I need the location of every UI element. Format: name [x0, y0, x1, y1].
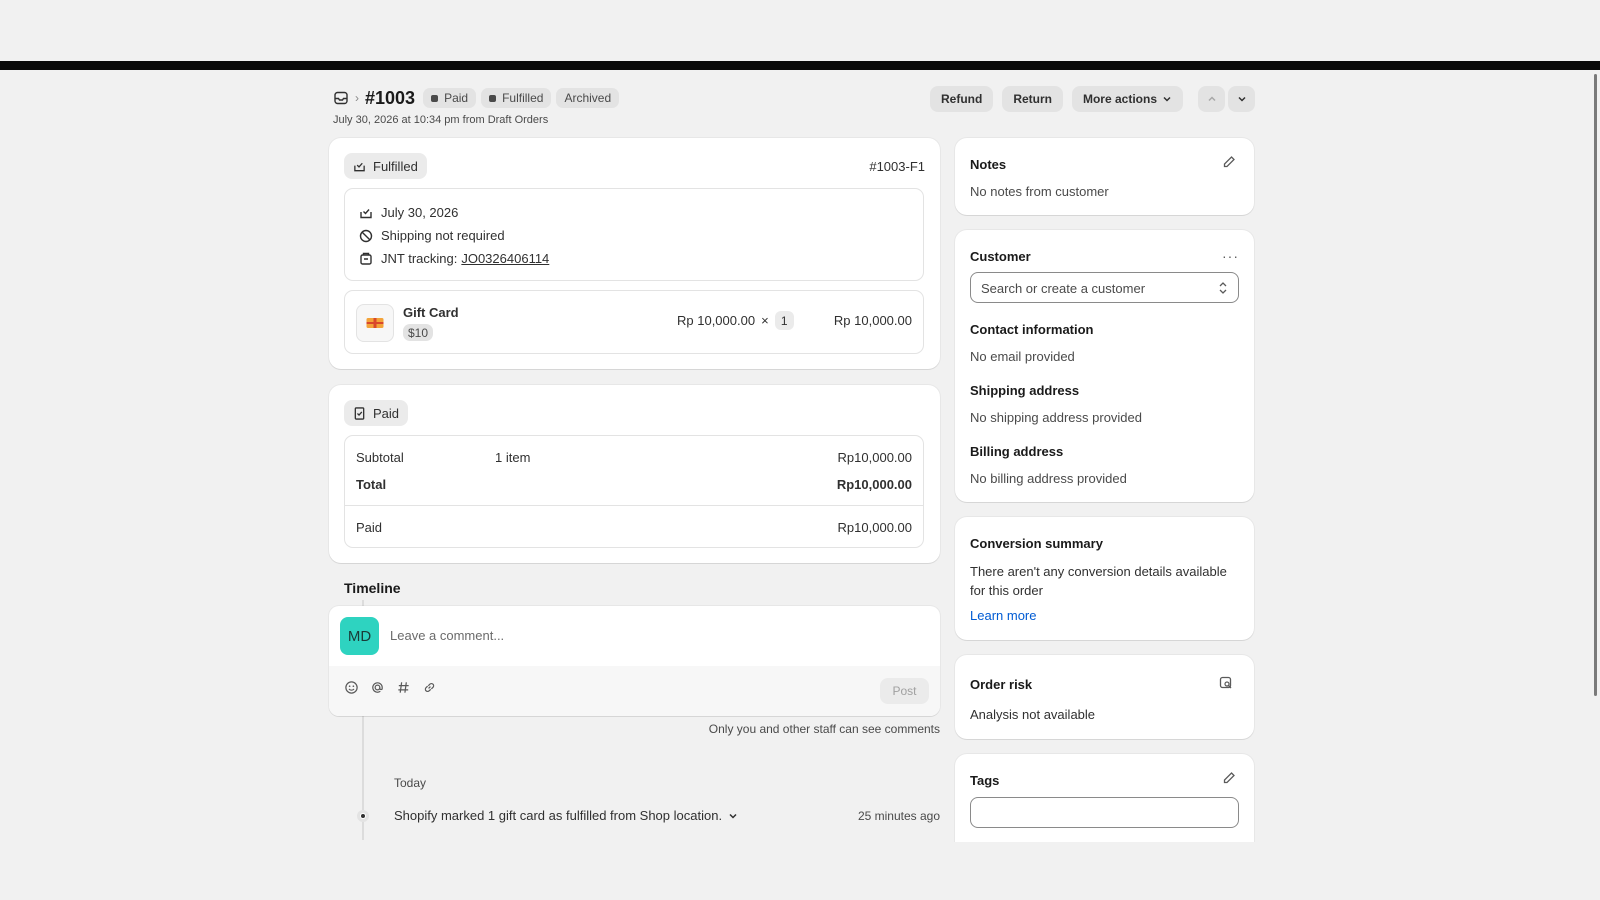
- previous-order-button[interactable]: [1198, 86, 1225, 112]
- conversion-summary-card: Conversion summary There aren't any conv…: [955, 517, 1254, 640]
- order-risk-title: Order risk: [970, 677, 1033, 692]
- status-badge-archived: Archived: [556, 88, 620, 108]
- fulfillment-details: July 30, 2026 Shipping not required JNT …: [344, 188, 924, 281]
- customer-card: Customer ··· Search or create a customer…: [955, 230, 1254, 502]
- more-actions-button[interactable]: More actions: [1071, 86, 1183, 112]
- status-badge-fulfilled: Fulfilled: [481, 88, 552, 108]
- paid-status-pill: Paid: [344, 400, 409, 426]
- attachment-link-icon[interactable]: [422, 680, 437, 698]
- next-order-button[interactable]: [1228, 86, 1255, 112]
- tags-title: Tags: [970, 773, 1000, 788]
- mention-icon[interactable]: [370, 680, 385, 698]
- item-name[interactable]: Gift Card: [403, 305, 459, 320]
- learn-more-link[interactable]: Learn more: [970, 608, 1036, 623]
- page-header: › #1003 Paid Fulfilled Archived July 30,…: [333, 86, 1255, 130]
- gift-card-icon: [366, 318, 384, 328]
- subtotal-row: Subtotal 1 item Rp10,000.00: [356, 449, 912, 465]
- item-quantity-badge: 1: [774, 311, 794, 330]
- conversion-summary-text: There aren't any conversion details avai…: [970, 564, 1227, 598]
- fulfilled-box-icon: [354, 162, 365, 171]
- refund-button[interactable]: Refund: [929, 86, 994, 112]
- timeline-title: Timeline: [344, 580, 401, 596]
- timeline-day-label: Today: [394, 776, 427, 790]
- divider: [345, 505, 923, 506]
- tracking-package-icon: [360, 252, 372, 265]
- prohibited-icon: [359, 229, 373, 242]
- select-arrows-icon: [1219, 282, 1227, 294]
- comment-box: MD Leave a comment... Post: [329, 606, 940, 716]
- vertical-scrollbar[interactable]: [1594, 74, 1597, 696]
- badge-dot-icon: [431, 94, 439, 102]
- tracking-number-link[interactable]: JO0326406114: [461, 251, 549, 266]
- top-bar: [0, 61, 1600, 70]
- contact-information-title: Contact information: [970, 322, 1094, 337]
- comment-input[interactable]: Leave a comment...: [390, 628, 850, 643]
- gift-card-thumbnail: [356, 304, 394, 342]
- billing-address-text: No billing address provided: [970, 471, 1127, 486]
- tags-input[interactable]: [970, 797, 1239, 828]
- bottom-area: [0, 842, 1600, 900]
- payment-card: Paid Subtotal 1 item Rp10,000.00 Total R…: [329, 385, 940, 563]
- breadcrumb-chevron-icon: ›: [355, 91, 359, 105]
- item-unit-price-row: Rp 10,000.00 × 1: [677, 311, 794, 330]
- fulfillment-card: Fulfilled #1003-F1 July 30, 2026 Shippin…: [329, 138, 940, 369]
- line-item: Gift Card $10 Rp 10,000.00 × 1 Rp 10,000…: [344, 290, 924, 354]
- emoji-icon[interactable]: [344, 680, 359, 698]
- billing-address-title: Billing address: [970, 444, 1064, 459]
- chevron-up-icon: [1207, 96, 1216, 102]
- fulfillment-id: #1003-F1: [869, 159, 925, 174]
- post-button[interactable]: Post: [880, 678, 929, 704]
- timeline-event[interactable]: Shopify marked 1 gift card as fulfilled …: [394, 808, 738, 823]
- paid-row: Paid Rp10,000.00: [356, 519, 912, 535]
- notes-title: Notes: [970, 157, 1007, 172]
- delivered-box-icon: [360, 208, 372, 218]
- orders-inbox-icon[interactable]: [333, 90, 349, 106]
- payment-summary: Subtotal 1 item Rp10,000.00 Total Rp10,0…: [344, 435, 924, 548]
- tracking-row: JNT tracking: JO0326406114: [359, 247, 549, 270]
- avatar: MD: [340, 617, 379, 655]
- item-total: Rp 10,000.00: [833, 313, 912, 328]
- status-badge-paid: Paid: [423, 88, 477, 108]
- badge-dot-icon: [489, 94, 497, 102]
- page-title: #1003: [365, 87, 416, 108]
- hashtag-icon[interactable]: [396, 680, 411, 698]
- notes-text: No notes from customer: [970, 184, 1109, 199]
- staff-note: Only you and other staff can see comment…: [708, 722, 940, 736]
- more-horizontal-icon[interactable]: ···: [1222, 248, 1239, 264]
- chevron-down-icon: [1237, 96, 1246, 102]
- fulfillment-date-row: July 30, 2026: [359, 201, 549, 224]
- order-risk-card: Order risk Analysis not available: [955, 655, 1254, 739]
- total-row: Total Rp10,000.00: [356, 476, 912, 492]
- conversion-summary-title: Conversion summary: [970, 536, 1103, 551]
- receipt-check-icon: [354, 406, 365, 420]
- item-variant-badge: $10: [403, 324, 434, 341]
- shipping-address-title: Shipping address: [970, 383, 1080, 398]
- order-subtitle: July 30, 2026 at 10:34 pm from Draft Ord…: [333, 114, 549, 126]
- return-button[interactable]: Return: [1002, 86, 1063, 112]
- edit-pencil-icon[interactable]: [1222, 155, 1236, 172]
- timeline-event-time: 25 minutes ago: [857, 809, 940, 823]
- chevron-down-icon: [729, 813, 737, 819]
- shipping-row: Shipping not required: [359, 224, 549, 247]
- shipping-address-text: No shipping address provided: [970, 410, 1142, 425]
- fulfilled-status-pill: Fulfilled: [344, 153, 427, 179]
- order-risk-text: Analysis not available: [970, 707, 1096, 722]
- customer-search-input[interactable]: Search or create a customer: [970, 272, 1239, 303]
- contact-information-text: No email provided: [970, 349, 1075, 364]
- customer-title: Customer: [970, 249, 1031, 264]
- tags-card: Tags: [955, 754, 1254, 842]
- risk-search-icon[interactable]: [1219, 676, 1233, 693]
- chevron-down-icon: [1163, 96, 1171, 102]
- timeline-event-dot: [357, 810, 369, 822]
- edit-pencil-icon[interactable]: [1222, 771, 1236, 788]
- notes-card: Notes No notes from customer: [955, 138, 1254, 215]
